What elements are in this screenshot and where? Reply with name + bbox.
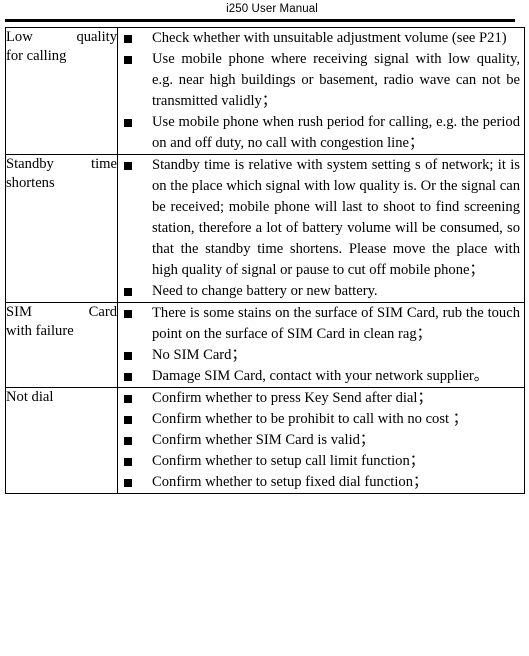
symptom-label-line-1: Not dial — [6, 389, 54, 405]
symptom-label-line-1: SIM Card — [6, 304, 117, 320]
list-item: Confirm whether to press Key Send after … — [118, 388, 524, 409]
list-item: Check whether with unsuitable adjustment… — [118, 28, 524, 49]
solutions-list: Standby time is relative with system set… — [118, 155, 524, 302]
square-bullet-icon — [124, 457, 132, 466]
symptom-label: Low quality for calling — [6, 28, 117, 66]
table-row: Low quality for calling Check whether wi… — [5, 27, 525, 155]
list-item-text: Use mobile phone when rush period for ca… — [152, 114, 520, 151]
square-bullet-icon — [124, 436, 132, 445]
square-bullet-icon — [124, 478, 132, 487]
list-item: Confirm whether to setup fixed dial func… — [118, 472, 524, 493]
square-bullet-icon — [124, 161, 132, 170]
symptom-label: SIM Card with failure — [6, 303, 117, 341]
symptom-cell: Not dial — [5, 387, 118, 494]
list-item-text: Confirm whether to setup fixed dial func… — [152, 474, 428, 490]
page-header-title: i250 User Manual — [226, 3, 318, 15]
solutions-cell: Standby time is relative with system set… — [117, 154, 525, 303]
list-item: Confirm whether SIM Card is valid； — [118, 430, 524, 451]
list-item: There is some stains on the surface of S… — [118, 303, 524, 345]
square-bullet-icon — [124, 287, 132, 296]
table-row: Standby time shortens Standby time is re… — [5, 154, 525, 303]
square-bullet-icon — [124, 415, 132, 424]
square-bullet-icon — [124, 55, 132, 64]
solutions-list: There is some stains on the surface of S… — [118, 303, 524, 387]
list-item-text: Confirm whether to setup call limit func… — [152, 453, 425, 469]
symptom-label-line-1: Standby time — [6, 156, 117, 172]
solutions-list: Confirm whether to press Key Send after … — [118, 388, 524, 493]
manual-page: i250 User Manual Low quality for calling — [0, 0, 529, 656]
symptom-label-line-2: with failure — [6, 323, 74, 339]
troubleshooting-table-body: Low quality for calling Check whether wi… — [5, 27, 525, 494]
troubleshooting-table: Low quality for calling Check whether wi… — [5, 27, 525, 494]
symptom-label-line-1: Low quality — [6, 29, 117, 45]
list-item-text: Confirm whether SIM Card is valid； — [152, 432, 375, 448]
solutions-cell: There is some stains on the surface of S… — [117, 302, 525, 388]
list-item-text: Need to change battery or new battery. — [152, 283, 378, 299]
list-item-text: There is some stains on the surface of S… — [152, 305, 520, 342]
square-bullet-icon — [124, 118, 132, 127]
table-row: SIM Card with failure There is some stai… — [5, 302, 525, 388]
solutions-cell: Confirm whether to press Key Send after … — [117, 387, 525, 494]
square-bullet-icon — [124, 34, 132, 43]
list-item-text: No SIM Card； — [152, 347, 247, 363]
symptom-cell: Standby time shortens — [5, 154, 118, 303]
solutions-list: Check whether with unsuitable adjustment… — [118, 28, 524, 154]
list-item: Use mobile phone where receiving signal … — [118, 49, 524, 112]
solutions-cell: Check whether with unsuitable adjustment… — [117, 27, 525, 155]
list-item: Use mobile phone when rush period for ca… — [118, 112, 524, 154]
list-item-text: Standby time is relative with system set… — [152, 157, 520, 278]
list-item-text: Check whether with unsuitable adjustment… — [152, 30, 507, 46]
list-item: No SIM Card； — [118, 345, 524, 366]
symptom-label: Not dial — [6, 388, 117, 407]
list-item-text: Damage SIM Card, contact with your netwo… — [152, 368, 489, 384]
list-item: Damage SIM Card, contact with your netwo… — [118, 366, 524, 387]
header-divider-rule — [5, 19, 515, 22]
list-item-text: Confirm whether to be prohibit to call w… — [152, 411, 468, 427]
symptom-label-line-2: for calling — [6, 48, 67, 64]
symptom-label: Standby time shortens — [6, 155, 117, 193]
square-bullet-icon — [124, 351, 132, 360]
list-item-text: Confirm whether to press Key Send after … — [152, 390, 433, 406]
table-row: Not dial Confirm whether to press Key Se… — [5, 387, 525, 494]
list-item: Confirm whether to be prohibit to call w… — [118, 409, 524, 430]
list-item: Need to change battery or new battery. — [118, 281, 524, 302]
list-item: Confirm whether to setup call limit func… — [118, 451, 524, 472]
list-item: Standby time is relative with system set… — [118, 155, 524, 281]
square-bullet-icon — [124, 309, 132, 318]
square-bullet-icon — [124, 372, 132, 381]
symptom-cell: Low quality for calling — [5, 27, 118, 155]
list-item-text: Use mobile phone where receiving signal … — [152, 51, 520, 109]
symptom-cell: SIM Card with failure — [5, 302, 118, 388]
square-bullet-icon — [124, 394, 132, 403]
symptom-label-line-2: shortens — [6, 175, 55, 191]
